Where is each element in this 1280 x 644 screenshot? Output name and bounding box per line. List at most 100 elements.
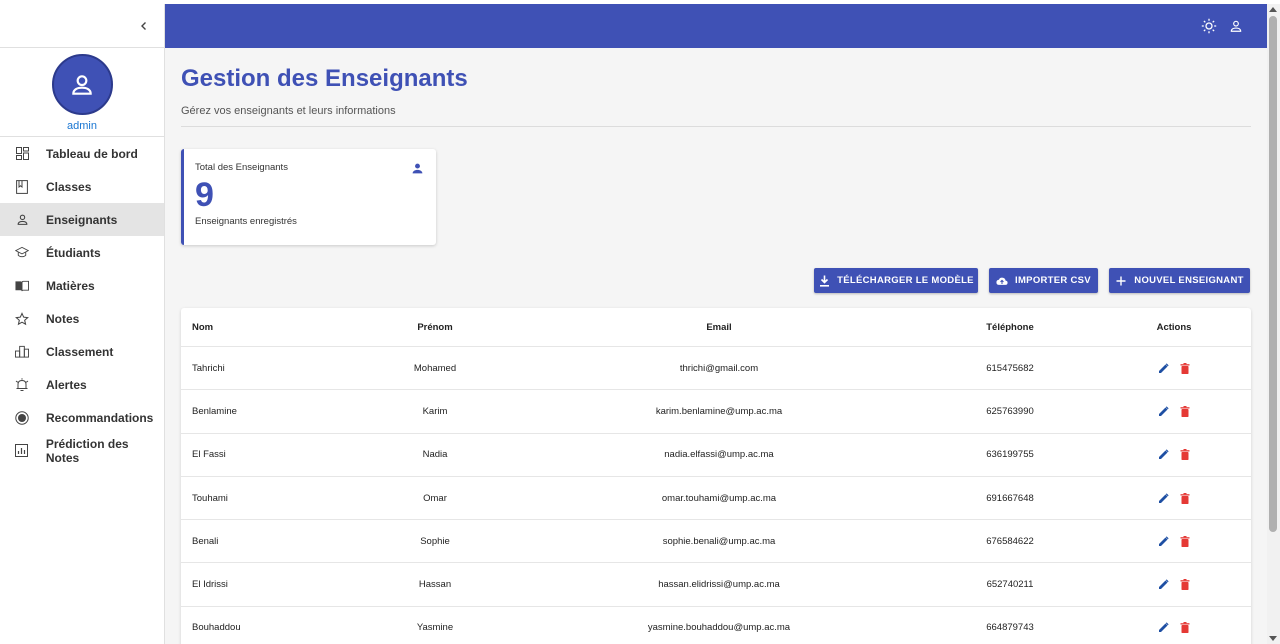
column-header-prenom[interactable]: Prénom [375, 308, 495, 346]
recommend-icon [15, 410, 29, 425]
table-row[interactable]: El Fassi Nadia nadia.elfassi@ump.ac.ma 6361… [181, 434, 1251, 477]
avatar[interactable] [51, 54, 113, 115]
scroll-up-arrow[interactable] [1269, 7, 1277, 12]
chevron-left-icon[interactable] [134, 16, 154, 36]
cell-email: yasmine.bouhaddou@ump.ac.ma [647, 622, 791, 634]
divider [181, 126, 1251, 127]
sidebar-item-prediction[interactable]: Prédiction des Notes [0, 434, 164, 467]
person-icon [411, 162, 424, 175]
table-row[interactable]: Benali Sophie sophie.benali@ump.ac.ma 67658… [181, 520, 1251, 564]
sidebar-item-classes[interactable]: Classes [0, 170, 164, 203]
sidebar-item-dashboard[interactable]: Tableau de bord [0, 137, 164, 170]
edit-icon[interactable] [1157, 405, 1170, 418]
dashboard-icon [15, 147, 29, 161]
cell-telephone: 625763990 [986, 405, 1034, 417]
cell-telephone: 676584622 [986, 535, 1034, 547]
delete-icon[interactable] [1178, 492, 1191, 505]
import-csv-button[interactable]: IMPORTER CSV [989, 268, 1098, 293]
chart-icon [15, 444, 29, 458]
scroll-down-arrow[interactable] [1269, 636, 1277, 641]
sidebar-item-label: Matières [46, 278, 95, 293]
stat-title: Total des Enseignants [195, 162, 288, 173]
edit-icon[interactable] [1157, 362, 1170, 375]
cell-nom: Benlamine [192, 405, 237, 417]
stat-value: 9 [195, 176, 214, 214]
cell-email: hassan.elidrissi@ump.ac.ma [658, 579, 780, 591]
sidebar-item-matieres[interactable]: Matières [0, 269, 164, 302]
table-row[interactable]: El Idrissi Hassan hassan.elidrissi@ump.ac.… [181, 563, 1251, 607]
delete-icon[interactable] [1178, 448, 1191, 461]
download-template-button[interactable]: TÉLÉCHARGER LE MODÈLE [814, 268, 978, 293]
delete-icon[interactable] [1178, 535, 1191, 548]
sidebar-item-label: Recommandations [46, 410, 154, 425]
sidebar-item-alertes[interactable]: Alertes [0, 368, 164, 401]
page-scrollbar[interactable] [1267, 4, 1280, 644]
table-row[interactable]: Touhami Omar omar.touhami@ump.ac.ma 6916676… [181, 477, 1251, 521]
column-header-telephone[interactable]: Téléphone [950, 308, 1070, 346]
sidebar-item-label: Classement [46, 344, 114, 359]
table-row[interactable]: Bouhaddou Yasmine yasmine.bouhaddou@ump.ac… [181, 607, 1251, 644]
cell-prenom: Nadia [422, 449, 448, 461]
cell-prenom: Yasmine [416, 622, 454, 634]
alarm-icon [15, 377, 29, 392]
cell-prenom: Hassan [418, 579, 452, 591]
cell-email: thrichi@gmail.com [679, 362, 759, 374]
table-row[interactable]: Tahrichi Mohamed thrichi@gmail.com 61547568… [181, 347, 1251, 391]
sidebar-item-label: Notes [46, 311, 80, 326]
table-body: Tahrichi Mohamed thrichi@gmail.com 61547568… [181, 347, 1251, 644]
username: admin [67, 120, 97, 132]
cell-telephone: 636199755 [986, 449, 1034, 461]
cell-actions [1132, 477, 1216, 519]
stat-caption: Enseignants enregistrés [195, 216, 297, 227]
sidebar: admin Tableau de bord Classes Enseignant… [0, 4, 165, 644]
edit-icon[interactable] [1157, 492, 1170, 505]
sidebar-nav: Tableau de bord Classes Enseignants Étud… [0, 137, 164, 467]
cell-nom: Benali [192, 535, 219, 547]
sidebar-item-recommandations[interactable]: Recommandations [0, 401, 164, 434]
cell-actions [1132, 563, 1216, 605]
delete-icon[interactable] [1178, 621, 1191, 634]
cell-telephone: 652740211 [986, 579, 1034, 591]
edit-icon[interactable] [1157, 578, 1170, 591]
theme-sun-icon[interactable] [1201, 18, 1217, 34]
podium-icon [15, 345, 29, 359]
edit-icon[interactable] [1157, 535, 1170, 548]
cloud-upload-icon [996, 275, 1008, 287]
import-csv-label: IMPORTER CSV [1015, 275, 1091, 286]
sidebar-item-label: Classes [46, 179, 92, 194]
graduation-cap-icon [15, 246, 29, 260]
cell-nom: Touhami [192, 492, 228, 504]
cell-telephone: 691667648 [986, 492, 1034, 504]
edit-icon[interactable] [1157, 448, 1170, 461]
scroll-thumb[interactable] [1269, 16, 1277, 532]
table-row[interactable]: Benlamine Karim karim.benlamine@ump.ac.ma 6… [181, 390, 1251, 434]
sidebar-item-etudiants[interactable]: Étudiants [0, 236, 164, 269]
column-header-nom[interactable]: Nom [192, 308, 213, 346]
sidebar-item-notes[interactable]: Notes [0, 302, 164, 335]
main-content: Gestion des Enseignants Gérez vos enseig… [165, 48, 1267, 644]
delete-icon[interactable] [1178, 578, 1191, 591]
cell-actions [1132, 607, 1216, 644]
cell-email: sophie.benali@ump.ac.ma [662, 535, 776, 547]
account-icon[interactable] [1228, 18, 1244, 34]
cell-actions [1132, 390, 1216, 432]
user-profile: admin [0, 48, 164, 137]
cell-actions [1132, 434, 1216, 476]
sidebar-item-label: Enseignants [46, 212, 118, 227]
app-header [165, 4, 1267, 48]
person-icon [72, 74, 92, 95]
sidebar-header [0, 4, 164, 48]
download-template-label: TÉLÉCHARGER LE MODÈLE [837, 275, 974, 286]
edit-icon[interactable] [1157, 621, 1170, 634]
download-icon [818, 275, 830, 287]
sidebar-item-classement[interactable]: Classement [0, 335, 164, 368]
cell-nom: Bouhaddou [192, 622, 241, 634]
delete-icon[interactable] [1178, 362, 1191, 375]
new-teacher-button[interactable]: NOUVEL ENSEIGNANT [1109, 268, 1250, 293]
sidebar-item-label: Alertes [46, 377, 87, 392]
sidebar-item-enseignants[interactable]: Enseignants [0, 203, 164, 236]
column-header-email[interactable]: Email [569, 308, 869, 346]
person-icon [15, 213, 29, 227]
cell-prenom: Omar [423, 492, 447, 504]
delete-icon[interactable] [1178, 405, 1191, 418]
